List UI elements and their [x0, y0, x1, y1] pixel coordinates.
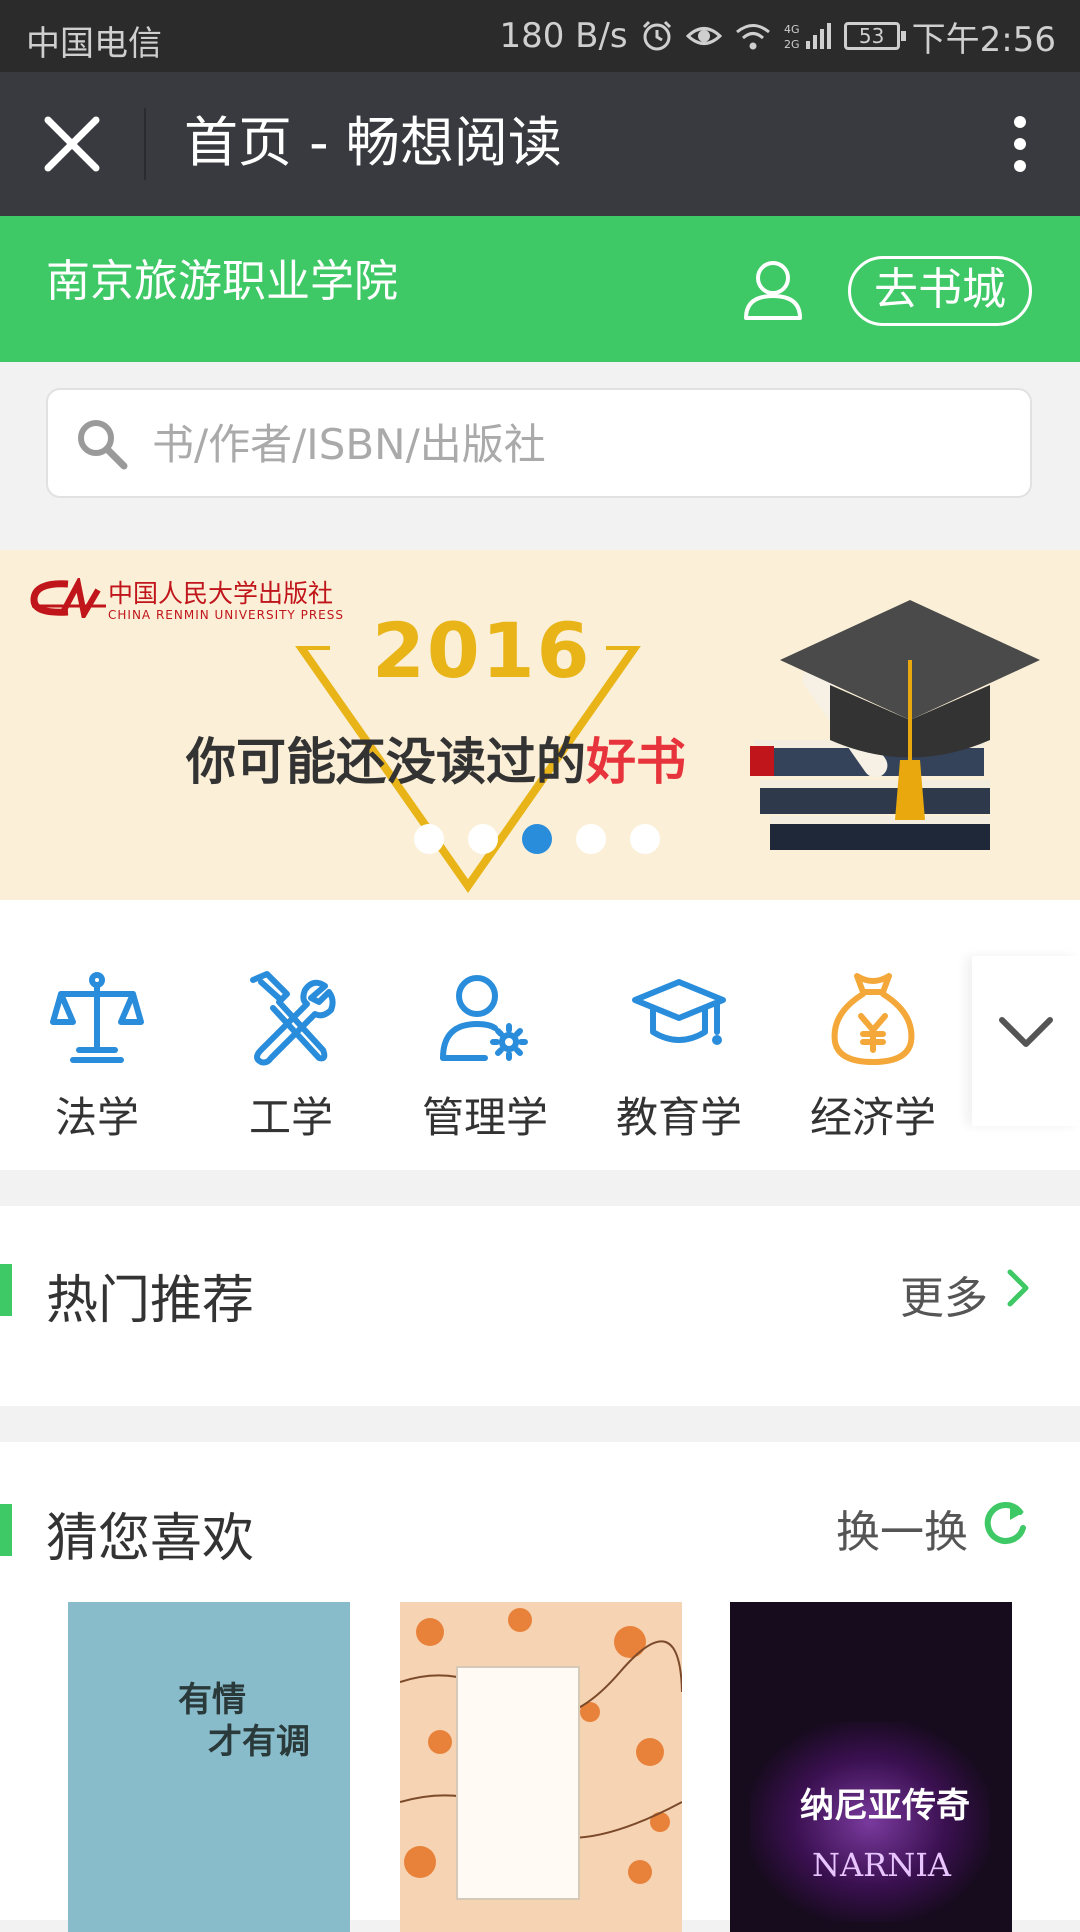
user-gear-icon [440, 975, 528, 1061]
section-title: 猜您喜欢 [46, 1509, 255, 1569]
svg-text:2G: 2G [784, 38, 800, 51]
banner-slogan-highlight: 好书 [586, 733, 686, 791]
banner-slogan-text: 你可能还没读过的 [186, 733, 586, 791]
publisher-name-en: CHINA RENMIN UNIVERSITY PRESS [108, 608, 344, 622]
go-to-bookstore-button[interactable]: 去书城 [848, 256, 1032, 326]
category-law[interactable]: 法学 [12, 970, 182, 1145]
carousel-dot[interactable] [576, 824, 606, 854]
chevron-down-icon [999, 1017, 1053, 1047]
carousel-dot[interactable] [414, 824, 444, 854]
category-label: 经济学 [809, 1093, 936, 1142]
battery-indicator: 53 [843, 22, 906, 50]
library-header: 南京旅游职业学院 去书城 [0, 216, 1080, 362]
section-guess-you-like: 猜您喜欢 换一换 有情 才有调 纳尼亚传奇 NARNIA [0, 1442, 1080, 1932]
wifi-icon [735, 24, 770, 50]
carousel-dot[interactable] [468, 824, 498, 854]
eye-icon [685, 27, 722, 45]
school-name: 南京旅游职业学院 [46, 256, 398, 307]
graduation-cap-icon [632, 979, 726, 1045]
book-title-card [456, 1666, 580, 1900]
category-label: 工学 [248, 1093, 333, 1142]
section-title: 热门推荐 [46, 1271, 255, 1331]
carrier-name: 中国电信 [26, 24, 162, 64]
chevron-right-icon[interactable] [1004, 1266, 1032, 1310]
category-label: 管理学 [421, 1093, 548, 1142]
refresh-icon[interactable] [980, 1498, 1030, 1548]
user-icon[interactable] [740, 256, 806, 322]
book-cover[interactable] [400, 1602, 682, 1932]
network-speed: 180 B/s [499, 16, 628, 56]
signal-icon: 4G2G [784, 23, 831, 51]
category-nav: 法学 工学 管理学 教育学 经济学 [0, 900, 1080, 1170]
tools-icon [250, 971, 336, 1066]
title-divider [144, 108, 146, 180]
publisher-logo [30, 578, 106, 618]
book-cover[interactable]: 有情 才有调 [68, 1602, 350, 1932]
section-hot-recommendations: 热门推荐 更多 [0, 1206, 1080, 1406]
title-bar: 首页 - 畅想阅读 [0, 72, 1080, 216]
alarm-icon [642, 20, 671, 51]
status-right: 180 B/s 4G 2G 53 下午2:56 [499, 14, 1056, 60]
clock: 下午2:56 [911, 19, 1056, 60]
publisher-name: 中国人民大学出版社 [108, 579, 334, 608]
banner-year: 2016 [372, 606, 592, 695]
book-title: 才有调 [208, 1722, 310, 1762]
books-graduation-cap-image [750, 600, 1040, 850]
carousel-dot-active[interactable] [522, 824, 552, 854]
search-input[interactable] [150, 408, 994, 480]
money-bag-icon [831, 973, 915, 1065]
expand-categories-button[interactable] [972, 956, 1080, 1126]
close-icon[interactable] [36, 112, 108, 178]
refresh-link[interactable]: 换一换 [836, 1496, 968, 1560]
carousel-indicators [414, 824, 660, 854]
search-box[interactable] [46, 388, 1032, 498]
section-accent-bar [0, 1504, 12, 1556]
book-title-en: NARNIA [812, 1846, 951, 1884]
status-bar: 中国电信 180 B/s 4G 2G 53 下午2:56 [0, 0, 1080, 72]
page-title: 首页 - 畅想阅读 [184, 111, 562, 174]
category-engineering[interactable]: 工学 [206, 970, 376, 1145]
banner-carousel[interactable]: 中国人民大学出版社 CHINA RENMIN UNIVERSITY PRESS … [0, 550, 1080, 900]
category-economics[interactable]: 经济学 [788, 970, 958, 1145]
category-label: 法学 [54, 1093, 139, 1142]
more-vertical-icon[interactable] [1000, 108, 1040, 180]
category-education[interactable]: 教育学 [594, 970, 764, 1145]
svg-text:4G: 4G [784, 23, 800, 36]
carousel-dot[interactable] [630, 824, 660, 854]
more-link[interactable]: 更多 [900, 1262, 988, 1326]
book-cover[interactable]: 纳尼亚传奇 NARNIA [730, 1602, 1012, 1932]
search-icon [78, 420, 128, 470]
scales-icon [50, 972, 144, 1063]
category-label: 教育学 [615, 1093, 742, 1142]
section-accent-bar [0, 1264, 12, 1316]
banner-slogan: 你可能还没读过的好书 [186, 722, 686, 794]
search-area [0, 362, 1080, 524]
book-title: 纳尼亚传奇 [800, 1786, 970, 1826]
category-management[interactable]: 管理学 [400, 970, 570, 1145]
